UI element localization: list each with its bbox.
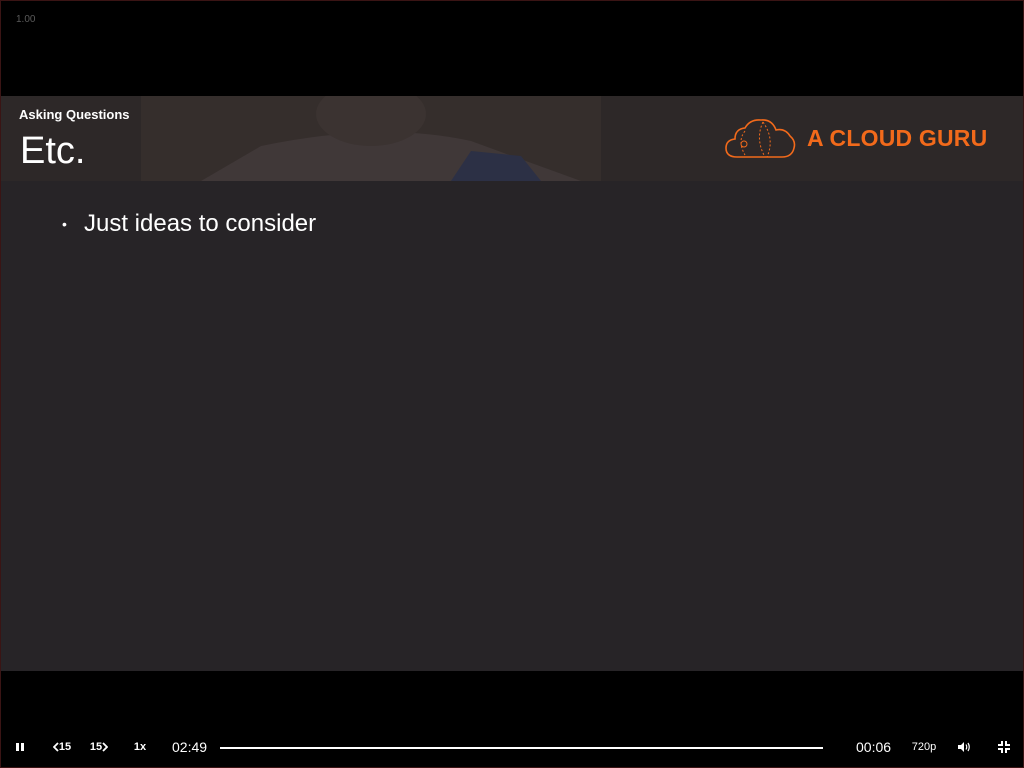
chevron-right-icon — [102, 742, 109, 752]
skip-back-label: 15 — [58, 741, 72, 753]
player-controls: 15 15 1x 02:49 00:06 720p — [0, 732, 1024, 762]
skip-forward-label: 15 — [89, 741, 103, 753]
seek-bar-progress — [220, 747, 823, 749]
slide-title: Etc. — [20, 130, 86, 172]
bullet-dot-icon: • — [62, 216, 67, 232]
brand-logo: A CLOUD GURU — [723, 116, 987, 160]
seek-bar[interactable] — [220, 747, 823, 749]
bullet-text: Just ideas to consider — [84, 210, 317, 237]
speed-readout: 1.00 — [16, 14, 36, 25]
play-pause-button[interactable] — [8, 732, 32, 762]
slide-header: Asking Questions Etc. A CLOUD GURU — [1, 96, 1023, 181]
playback-speed-button[interactable]: 1x — [128, 732, 152, 762]
elapsed-time: 02:49 — [172, 739, 208, 755]
section-kicker: Asking Questions — [19, 107, 130, 122]
pause-icon — [16, 743, 24, 751]
remaining-time: 00:06 — [856, 739, 892, 755]
video-slide[interactable]: Asking Questions Etc. A CLOUD GURU • Jus… — [1, 96, 1023, 671]
skip-back-button[interactable]: 15 — [48, 732, 76, 762]
exit-fullscreen-button[interactable] — [994, 732, 1014, 762]
quality-button[interactable]: 720p — [908, 732, 940, 762]
cloud-logo-icon — [725, 119, 796, 158]
exit-fullscreen-icon — [998, 741, 1010, 753]
brand-logo-text: A CLOUD GURU — [807, 124, 988, 151]
volume-button[interactable] — [954, 732, 974, 762]
volume-icon — [958, 742, 970, 752]
slide-bullet: • Just ideas to consider — [62, 210, 316, 238]
skip-forward-button[interactable]: 15 — [85, 732, 113, 762]
